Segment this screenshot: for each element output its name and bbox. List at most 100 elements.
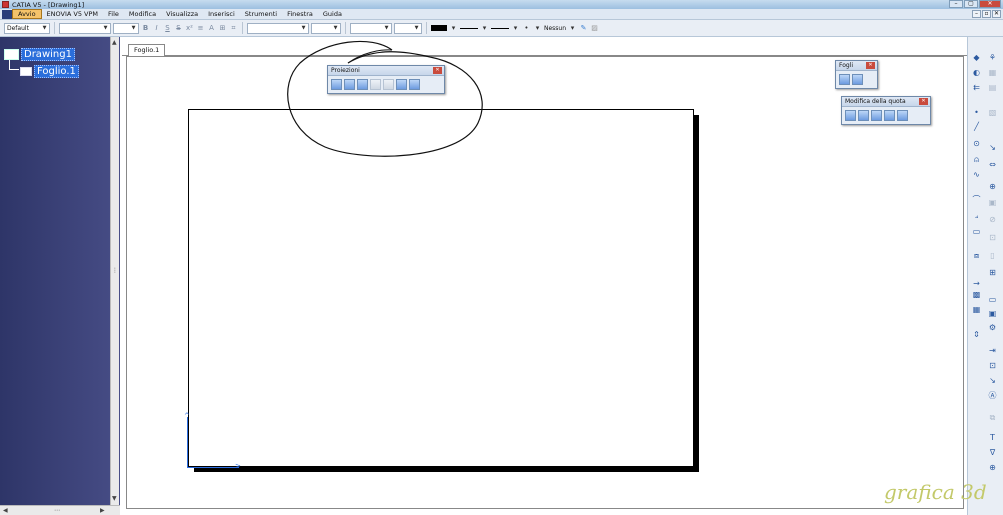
isometric-view-icon[interactable]	[396, 79, 407, 90]
remove-extension-overrun-icon[interactable]	[897, 110, 908, 121]
menu-inserisci[interactable]: Inserisci	[203, 10, 240, 18]
menu-app-icon[interactable]	[2, 9, 12, 19]
roughness-icon[interactable]: ▯	[987, 250, 998, 261]
corner-icon[interactable]: ⟓	[971, 210, 982, 221]
menu-enovia[interactable]: ENOVIA V5 VPM	[42, 10, 103, 18]
dress-up-icon[interactable]: ▧	[987, 107, 998, 118]
scroll-down-icon[interactable]: ▼	[112, 495, 117, 502]
title-block-icon[interactable]: ▣	[987, 308, 998, 319]
frame-icon[interactable]: ▭	[987, 294, 998, 305]
toolbar-title-bar[interactable]: Proiezioni ✕	[328, 66, 444, 76]
text-icon[interactable]: ▣	[987, 197, 998, 208]
style-combo[interactable]: Default ▼	[4, 22, 50, 34]
copy-icon[interactable]: ⧉	[987, 412, 998, 423]
precision-combo[interactable]: ▼	[350, 22, 392, 34]
menu-modifica[interactable]: Modifica	[124, 10, 161, 18]
chevron-down-icon[interactable]: ▾	[533, 23, 542, 34]
geometric-constraint-icon[interactable]: ⊕	[987, 181, 998, 192]
view-from-3d-icon[interactable]	[357, 79, 368, 90]
superscript-button[interactable]: x²	[185, 23, 194, 34]
tab-foglio-1[interactable]: Foglio.1	[128, 44, 166, 56]
spline-icon[interactable]: ∿	[971, 169, 982, 180]
detail-sheet-icon[interactable]: ⚙	[987, 322, 998, 333]
pattern-icon[interactable]: ▩	[971, 289, 982, 300]
scroll-grip-icon[interactable]: ⋮	[112, 267, 118, 274]
section-icon[interactable]: ◐	[971, 67, 982, 78]
create-extension-overrun-icon[interactable]	[884, 110, 895, 121]
new-sheet-icon[interactable]	[839, 74, 850, 85]
unfolded-view-icon[interactable]	[344, 79, 355, 90]
break-icon[interactable]: ⇇	[971, 82, 982, 93]
tree-horizontal-scrollbar[interactable]: ◀ ⋯ ▶	[0, 505, 120, 515]
point-icon[interactable]: •	[971, 107, 982, 118]
linetype-picker[interactable]	[491, 27, 509, 29]
close-icon[interactable]: ✕	[919, 98, 928, 105]
pattern-icon[interactable]: ▨	[590, 23, 599, 34]
rectangle-icon[interactable]: ▭	[971, 226, 982, 237]
anchor-icon[interactable]: ⊞	[218, 23, 227, 34]
scroll-left-icon[interactable]: ◀	[3, 507, 8, 514]
bold-button[interactable]: B	[141, 23, 150, 34]
point-style-icon[interactable]: •	[522, 23, 531, 34]
position-icon[interactable]: ⇕	[971, 329, 982, 340]
chevron-down-icon[interactable]: ▾	[449, 23, 458, 34]
doc-restore-button[interactable]: ▫	[982, 10, 991, 18]
chevron-down-icon[interactable]: ▾	[480, 23, 489, 34]
toolbar-fogli[interactable]: Fogli ✕	[835, 60, 878, 89]
tree-vertical-scrollbar[interactable]: ▲ ⋮ ▼	[110, 37, 119, 505]
menu-finestra[interactable]: Finestra	[282, 10, 318, 18]
annotation-icon[interactable]: ↘	[987, 142, 998, 153]
advanced-front-view-icon[interactable]	[409, 79, 420, 90]
auxiliary-view-icon[interactable]	[383, 79, 394, 90]
toolbar-proiezioni[interactable]: Proiezioni ✕	[327, 65, 445, 94]
create-interruption-icon[interactable]	[858, 110, 869, 121]
format-combo[interactable]: ▼	[394, 22, 422, 34]
dimension-icon[interactable]: ⇔	[987, 159, 998, 170]
text-box-icon[interactable]: Ⓐ	[987, 390, 998, 401]
frame-icon[interactable]: A	[207, 23, 216, 34]
symbol-insert-icon[interactable]: ∇	[987, 447, 998, 458]
menu-avvio[interactable]: Avvio	[12, 9, 42, 19]
axis-icon[interactable]: →	[971, 278, 982, 289]
detail-icon[interactable]: ▦	[987, 67, 998, 78]
weld-icon[interactable]: ↘	[987, 375, 998, 386]
font-size-combo[interactable]: ▼	[113, 22, 139, 34]
balloon-icon[interactable]: ⇥	[987, 345, 998, 356]
scroll-grip-icon[interactable]: ⋯	[54, 507, 60, 514]
dimension-combo[interactable]: ▼	[247, 22, 309, 34]
table-icon[interactable]: ⊞	[987, 267, 998, 278]
paint-icon[interactable]: ✎	[579, 23, 588, 34]
font-combo[interactable]: ▼	[59, 22, 111, 34]
toolbar-title-bar[interactable]: Fogli ✕	[836, 61, 877, 71]
arc-icon[interactable]: ⌒	[971, 194, 982, 205]
symbol-icon[interactable]: ⊘	[987, 214, 998, 225]
chevron-down-icon[interactable]: ▾	[568, 23, 577, 34]
linetype-label[interactable]: Nessun	[544, 25, 566, 32]
linewidth-picker[interactable]	[460, 27, 478, 29]
tree-node-drawing[interactable]: Drawing1	[4, 48, 75, 61]
toolbar-title-bar[interactable]: Modifica della quota ✕	[842, 97, 930, 107]
close-icon[interactable]: ✕	[866, 62, 875, 69]
scroll-up-icon[interactable]: ▲	[112, 39, 117, 46]
doc-close-button[interactable]: ✕	[992, 10, 1001, 18]
menu-file[interactable]: File	[103, 10, 124, 18]
close-icon[interactable]: ✕	[433, 67, 442, 74]
text-tool-icon[interactable]: T	[987, 432, 998, 443]
reroute-dimension-icon[interactable]	[845, 110, 856, 121]
tree-node-sheet[interactable]: Foglio.1	[20, 65, 79, 78]
clipping-icon[interactable]: ▤	[987, 82, 998, 93]
trim-icon[interactable]: ⧈	[971, 250, 982, 261]
view-icon[interactable]: ◆	[971, 52, 982, 63]
front-view-icon[interactable]	[331, 79, 342, 90]
datum-icon[interactable]: ⊡	[987, 360, 998, 371]
menu-strumenti[interactable]: Strumenti	[240, 10, 282, 18]
ellipse-icon[interactable]: ⍝	[971, 154, 982, 165]
italic-button[interactable]: I	[152, 23, 161, 34]
remove-interruption-icon[interactable]	[871, 110, 882, 121]
new-detail-sheet-icon[interactable]	[852, 74, 863, 85]
maximize-button[interactable]: ▢	[964, 0, 978, 8]
area-fill-icon[interactable]: ▦	[971, 304, 982, 315]
menu-guida[interactable]: Guida	[318, 10, 347, 18]
minimize-button[interactable]: –	[949, 0, 963, 8]
circle-icon[interactable]: ⊙	[971, 138, 982, 149]
